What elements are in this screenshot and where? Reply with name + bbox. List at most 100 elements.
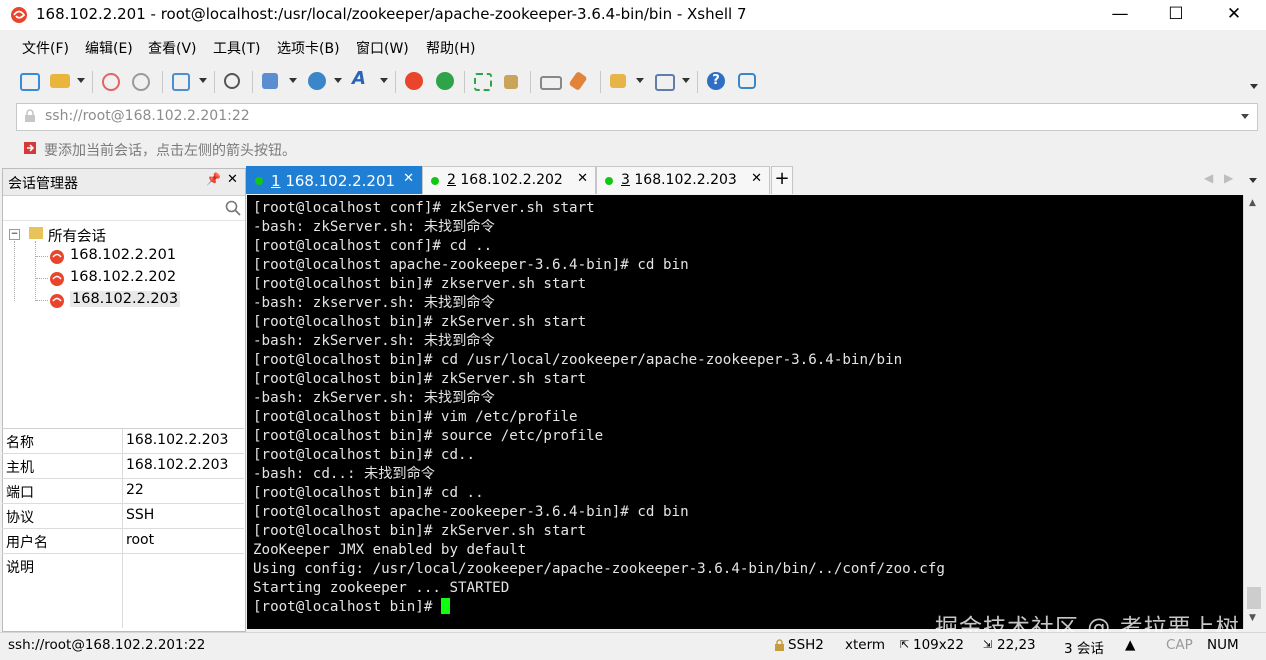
menu-view[interactable]: 查看(V) — [148, 38, 197, 58]
status-bar: ssh://root@168.102.2.201:22 SSH2 xterm ⇱… — [0, 632, 1266, 660]
chevron-down-icon[interactable] — [199, 78, 207, 83]
prop-row-protocol: 协议 SSH — [2, 504, 244, 529]
status-position: 22,23 — [997, 637, 1036, 653]
address-dropdown-icon[interactable] — [1241, 114, 1249, 119]
tab-scroll-right-icon[interactable]: ▶ — [1224, 171, 1233, 185]
chevron-down-icon[interactable] — [636, 78, 644, 83]
help-icon[interactable]: ? — [707, 72, 725, 90]
search-icon[interactable] — [224, 73, 240, 89]
lock-icon — [775, 639, 784, 651]
hint-text: 要添加当前会话，点击左侧的箭头按钮。 — [44, 143, 296, 159]
tab-list-dropdown-icon[interactable] — [1249, 178, 1257, 183]
chevron-down-icon[interactable] — [77, 78, 85, 83]
address-bar[interactable]: ssh://root@168.102.2.201:22 — [16, 103, 1258, 131]
xshell-icon[interactable] — [405, 72, 423, 90]
new-tab-group-icon[interactable] — [610, 74, 626, 88]
chevron-down-icon[interactable] — [334, 78, 342, 83]
scroll-thumb[interactable] — [1247, 587, 1261, 609]
tab-close-icon[interactable]: ✕ — [751, 171, 762, 186]
open-folder-icon[interactable] — [50, 74, 70, 88]
xshell-logo-icon — [11, 7, 27, 23]
chevron-down-icon[interactable] — [380, 78, 388, 83]
font-icon[interactable]: A — [352, 68, 372, 89]
tab-close-icon[interactable]: ✕ — [577, 171, 588, 186]
tree-session-203[interactable]: 168.102.2.203 — [70, 291, 181, 307]
prop-divider — [122, 529, 123, 553]
toolbar-divider — [697, 71, 698, 93]
toolbar-divider — [395, 71, 396, 93]
scroll-down-icon[interactable]: ▼ — [1249, 613, 1256, 623]
tree-session-202[interactable]: 168.102.2.202 — [70, 269, 176, 285]
sessions-dropdown-icon[interactable]: ▲ — [1125, 637, 1135, 653]
minimize-button[interactable]: — — [1092, 0, 1148, 30]
new-session-icon[interactable] — [20, 73, 40, 91]
pin-icon[interactable]: 📌 — [206, 172, 221, 186]
menu-tools[interactable]: 工具(T) — [213, 38, 260, 58]
tree-root-all-sessions[interactable]: 所有会话 — [48, 225, 106, 246]
toolbar-divider — [530, 71, 531, 93]
xftp-icon[interactable] — [436, 72, 454, 90]
bookmark-arrow-icon[interactable] — [22, 140, 38, 156]
terminal-line: [root@localhost bin]# cd.. — [253, 447, 476, 463]
menu-help[interactable]: 帮助(H) — [426, 38, 475, 58]
highlight-icon[interactable] — [568, 71, 588, 91]
prop-divider — [122, 479, 123, 503]
chat-icon[interactable] — [738, 73, 756, 89]
search-icon[interactable] — [225, 200, 241, 216]
chevron-down-icon[interactable] — [682, 78, 690, 83]
layout-icon[interactable] — [655, 74, 675, 91]
address-input[interactable]: ssh://root@168.102.2.201:22 — [45, 108, 250, 124]
add-tab-button[interactable]: + — [771, 166, 793, 194]
session-search-input[interactable] — [3, 196, 245, 221]
menu-tabs[interactable]: 选项卡(B) — [277, 38, 340, 58]
fullscreen-icon[interactable] — [474, 73, 492, 91]
connected-status-icon — [431, 177, 439, 185]
close-panel-icon[interactable]: ✕ — [227, 172, 238, 187]
tab-number: 3 — [621, 172, 630, 188]
tab-scroll-left-icon[interactable]: ◀ — [1204, 171, 1213, 185]
prop-row-port: 端口 22 — [2, 479, 244, 504]
toolbar-divider — [252, 71, 253, 93]
collapse-toggle-icon[interactable]: − — [9, 229, 20, 240]
chevron-down-icon[interactable] — [289, 78, 297, 83]
tree-session-201[interactable]: 168.102.2.201 — [70, 247, 176, 263]
tab-host: 168.102.2.201 — [285, 172, 396, 190]
menu-window[interactable]: 窗口(W) — [356, 38, 409, 58]
terminal-scrollbar[interactable]: ▲ ▼ — [1243, 195, 1264, 629]
prop-value: SSH — [126, 507, 155, 523]
tab-session-1[interactable]: 1 168.102.2.201 ✕ — [246, 166, 422, 194]
prop-row-description: 说明 — [2, 554, 244, 628]
menu-file[interactable]: 文件(F) — [22, 38, 69, 58]
terminal-output[interactable]: [root@localhost conf]# zkServer.sh start… — [247, 195, 1243, 629]
tab-session-3[interactable]: 3 168.102.2.203 ✕ — [596, 166, 770, 194]
connected-status-icon — [255, 177, 263, 185]
globe-icon[interactable] — [308, 72, 326, 90]
tab-session-2[interactable]: 2 168.102.2.202 ✕ — [422, 166, 596, 194]
lock-icon[interactable] — [504, 75, 518, 89]
connect-icon[interactable] — [102, 73, 120, 91]
keyboard-icon[interactable] — [540, 76, 562, 90]
scroll-up-icon[interactable]: ▲ — [1249, 198, 1256, 208]
prop-key: 说明 — [6, 560, 34, 576]
tab-number: 1 — [271, 172, 281, 190]
session-properties: 名称 168.102.2.203 主机 168.102.2.203 端口 22 协议 S… — [2, 428, 244, 628]
prop-key: 端口 — [6, 485, 34, 501]
maximize-button[interactable]: ☐ — [1148, 0, 1204, 30]
prop-row-user: 用户名 root — [2, 529, 244, 554]
folder-icon — [29, 227, 43, 239]
prop-divider — [122, 554, 123, 628]
terminal-line: -bash: zkServer.sh: 未找到命令 — [253, 333, 495, 349]
terminal-line: [root@localhost apache-zookeeper-3.6.4-b… — [253, 257, 689, 273]
terminal-line: [root@localhost bin]# zkServer.sh start — [253, 371, 587, 387]
terminal-line: [root@localhost conf]# cd .. — [253, 238, 493, 254]
toolbar-overflow-icon[interactable] — [1250, 84, 1258, 89]
properties-icon[interactable] — [172, 73, 190, 91]
terminal-line: [root@localhost bin]# zkserver.sh start — [253, 276, 587, 292]
transfer-icon[interactable] — [262, 73, 278, 89]
menu-edit[interactable]: 编辑(E) — [85, 38, 133, 58]
terminal-line: -bash: zkserver.sh: 未找到命令 — [253, 295, 495, 311]
disconnect-icon[interactable] — [132, 73, 150, 91]
close-window-button[interactable]: ✕ — [1206, 0, 1262, 30]
tab-close-icon[interactable]: ✕ — [403, 171, 414, 186]
terminal-line: [root@localhost bin]# zkServer.sh start — [253, 314, 587, 330]
